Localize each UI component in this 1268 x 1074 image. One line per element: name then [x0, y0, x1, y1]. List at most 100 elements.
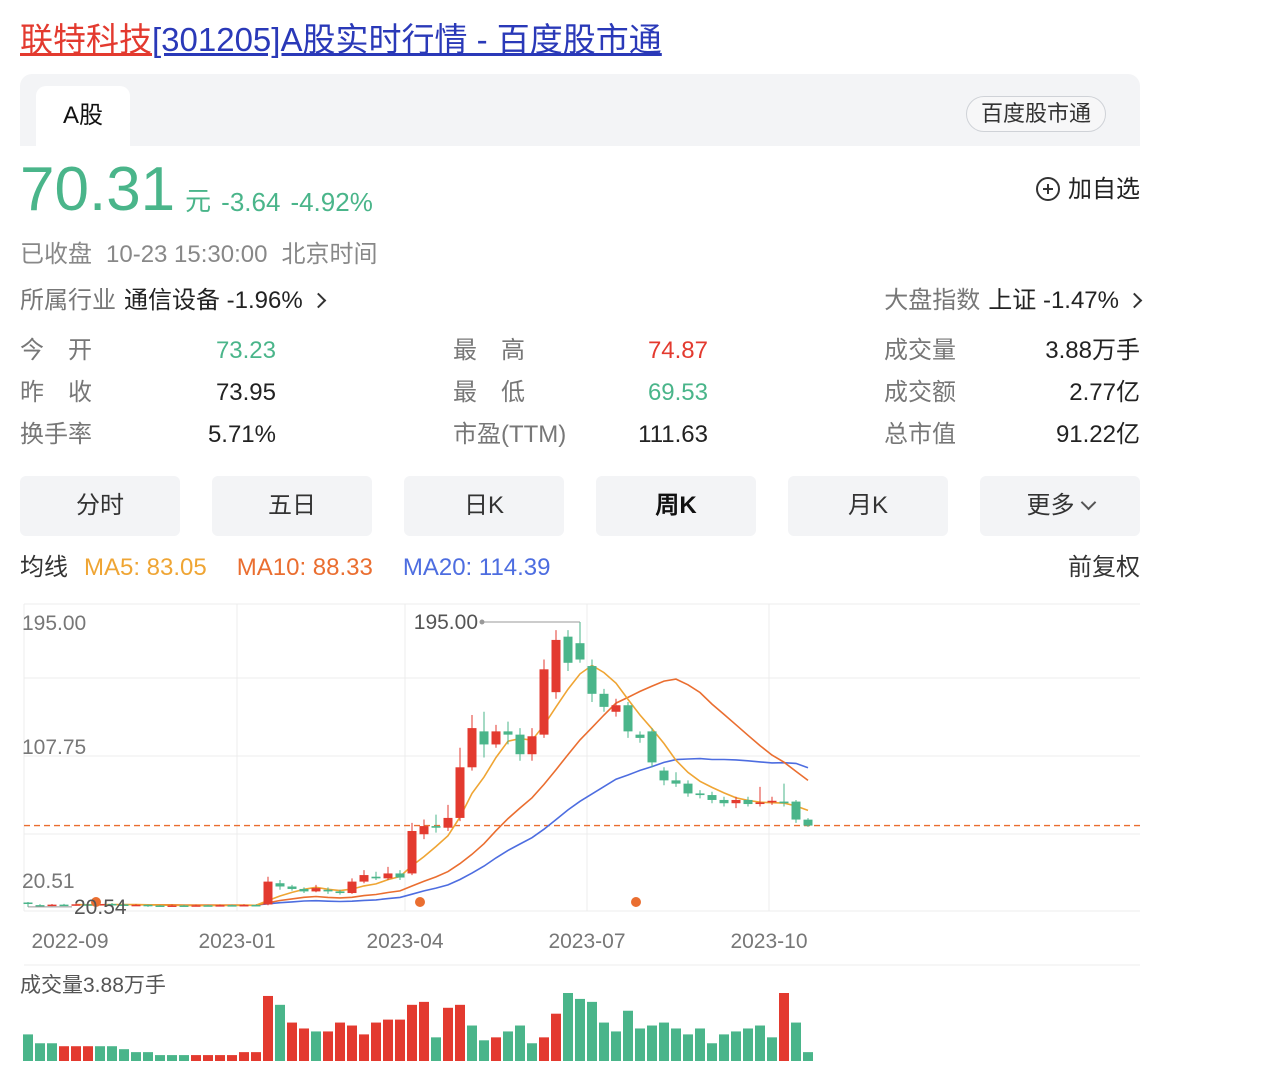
volume-bar — [359, 1034, 369, 1061]
page-title[interactable]: 联特科技[301205]A股实时行情 - 百度股市通 — [20, 18, 662, 62]
candle-body — [611, 705, 621, 712]
candle-body — [755, 802, 765, 805]
stat-label: 总市值 — [884, 421, 956, 448]
market-tab-strip: A股 百度股市通 — [20, 74, 1140, 146]
candle-body — [791, 801, 801, 820]
volume-bars — [23, 993, 813, 1061]
volume-bar — [155, 1055, 165, 1061]
volume-bar — [575, 998, 585, 1061]
plus-circle-icon — [1036, 176, 1060, 201]
candle-body — [311, 888, 321, 892]
stat-label: 换手率 — [20, 421, 92, 448]
candle-body — [407, 830, 417, 874]
volume-bar — [239, 1052, 249, 1061]
candle — [59, 903, 69, 907]
stat-label: 最 高 — [453, 337, 525, 364]
source-badge[interactable]: 百度股市通 — [965, 96, 1106, 132]
trade-status: 已收盘 10-23 15:30:00 北京时间 — [20, 240, 391, 270]
candle-body — [299, 888, 309, 892]
candle-body — [263, 881, 273, 905]
timezone: 北京时间 — [281, 241, 378, 268]
tab-weekly-k[interactable]: 周K — [596, 476, 756, 536]
volume-bar — [767, 1037, 777, 1061]
tab-daily-k[interactable]: 日K — [404, 476, 564, 536]
candle — [707, 791, 717, 804]
x-tick-label: 2023-10 — [730, 930, 807, 953]
volume-bar — [407, 1004, 417, 1061]
volume-bar — [419, 1001, 429, 1061]
price-row: 70.31 元 -3.64 -4.92% — [20, 156, 373, 224]
x-tick-label: 2023-07 — [548, 930, 625, 953]
candle — [311, 884, 321, 893]
market-state: 已收盘 — [20, 241, 92, 268]
chevron-right-icon — [310, 292, 326, 309]
ma5-path — [75, 664, 809, 907]
tab-five-day[interactable]: 五日 — [212, 476, 372, 536]
volume-bar — [251, 1052, 261, 1061]
y-tick-label: 195.00 — [22, 612, 86, 635]
candle — [575, 621, 585, 663]
candle — [395, 870, 405, 880]
candle — [683, 780, 693, 797]
stat-row: 昨 收 73.95 最 低 69.53 成交额 2.77亿 — [20, 372, 1140, 414]
volume-bar — [203, 1055, 213, 1061]
market-index-link[interactable]: 大盘指数 上证 -1.47% — [884, 286, 1143, 316]
volume-bar — [323, 1031, 333, 1061]
ma-legend: 均线 MA5: 83.05 MA10: 88.33 MA20: 114.39 前复权 — [20, 552, 1140, 584]
ma5-value: MA5: 83.05 — [84, 554, 207, 581]
candle — [275, 879, 285, 890]
candle-body — [371, 876, 381, 879]
volume-bar — [455, 1004, 465, 1061]
candle-body — [779, 801, 789, 804]
volume-bar — [227, 1055, 237, 1061]
volume-label: 成交量3.88万手 — [20, 974, 166, 997]
x-tick-label: 2023-04 — [366, 930, 443, 953]
candle-body — [479, 731, 489, 745]
volume-bar — [23, 1034, 33, 1061]
page-title-stock-name[interactable]: 联特科技 — [20, 21, 152, 58]
volume-bar — [311, 1031, 321, 1061]
volume-bar — [119, 1049, 129, 1061]
tab-monthly-k[interactable]: 月K — [788, 476, 948, 536]
volume-bar — [95, 1046, 105, 1061]
candle — [671, 772, 681, 787]
volume-bar — [539, 1037, 549, 1061]
candle-body — [443, 817, 453, 828]
industry-value: 通信设备 -1.96% — [124, 287, 303, 314]
candle-body — [467, 728, 477, 768]
price-change: -3.64 — [221, 187, 281, 217]
candle-body — [587, 666, 597, 694]
candle — [359, 870, 369, 884]
candle — [467, 715, 477, 771]
volume-bar — [143, 1052, 153, 1061]
candle — [371, 871, 381, 880]
volume-bar — [71, 1046, 81, 1061]
candle-body — [527, 736, 537, 755]
weekly-k-chart[interactable]: 195.00107.7520.51 195.0020.54 2022-09 202… — [0, 596, 1160, 1068]
industry-link[interactable]: 所属行业 通信设备 -1.96% — [20, 286, 326, 316]
volume-bar — [299, 1028, 309, 1061]
candle-body — [23, 902, 33, 905]
ma10-value: MA10: 88.33 — [236, 554, 373, 581]
candle — [47, 903, 57, 907]
candle-body — [671, 780, 681, 784]
volume-bar — [659, 1022, 669, 1061]
candle-body — [287, 886, 297, 889]
tab-a-share[interactable]: A股 — [36, 86, 130, 146]
candle-body — [419, 826, 429, 835]
candle-body — [647, 731, 657, 763]
candle-body — [275, 883, 285, 887]
tab-intraday[interactable]: 分时 — [20, 476, 180, 536]
volume-bar — [35, 1043, 45, 1061]
candle-body — [167, 905, 177, 907]
x-tick-label: 2022-09 — [31, 930, 108, 953]
candle-body — [539, 669, 549, 735]
candle — [587, 659, 597, 702]
stat-label: 最 低 — [453, 379, 525, 406]
price-adjust-toggle[interactable]: 前复权 — [1068, 552, 1140, 584]
add-watchlist-button[interactable]: 加自选 — [1036, 172, 1140, 208]
tab-more[interactable]: 更多 — [980, 476, 1140, 536]
page-title-rest[interactable]: [301205]A股实时行情 - 百度股市通 — [152, 21, 662, 58]
quote-time: 10-23 15:30:00 — [106, 241, 268, 268]
candle-body — [35, 905, 45, 907]
